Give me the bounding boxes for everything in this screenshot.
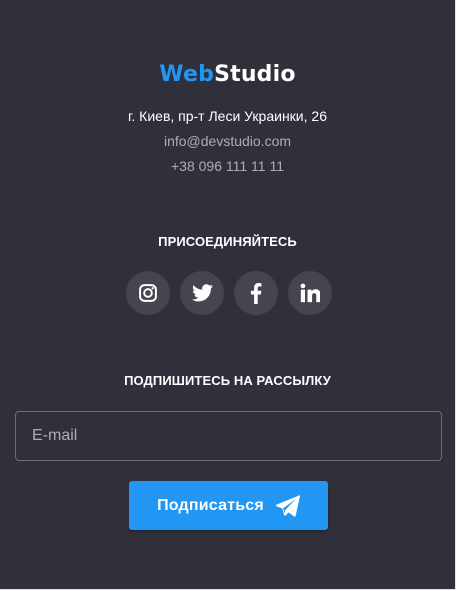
- logo[interactable]: WebStudio: [0, 60, 455, 90]
- logo-rest-text: Studio: [214, 62, 296, 87]
- address: г. Киев, пр-т Леси Украинки, 26: [128, 108, 327, 124]
- footer: WebStudio г. Киев, пр-т Леси Украинки, 2…: [0, 0, 456, 590]
- social-title: ПРИСОЕДИНЯЙТЕСЬ: [158, 234, 297, 249]
- social-list: [126, 271, 332, 315]
- send-icon: [275, 494, 300, 517]
- instagram-icon: [139, 284, 157, 302]
- facebook-icon: [250, 282, 262, 304]
- phone-link[interactable]: +38 096 111 11 11: [0, 156, 455, 176]
- email-link[interactable]: info@devstudio.com: [0, 131, 455, 151]
- email-input[interactable]: [15, 411, 442, 461]
- facebook-link[interactable]: [234, 271, 278, 315]
- subscribe-title: ПОДПИШИТЕСЬ НА РАССЫЛКУ: [124, 373, 331, 388]
- subscribe-button[interactable]: Подписаться: [129, 481, 328, 530]
- logo-accent-text: Web: [159, 62, 215, 87]
- twitter-link[interactable]: [180, 271, 224, 315]
- subscribe-button-label: Подписаться: [157, 496, 264, 514]
- linkedin-icon: [300, 283, 320, 303]
- linkedin-link[interactable]: [288, 271, 332, 315]
- twitter-icon: [191, 284, 213, 302]
- instagram-link[interactable]: [126, 271, 170, 315]
